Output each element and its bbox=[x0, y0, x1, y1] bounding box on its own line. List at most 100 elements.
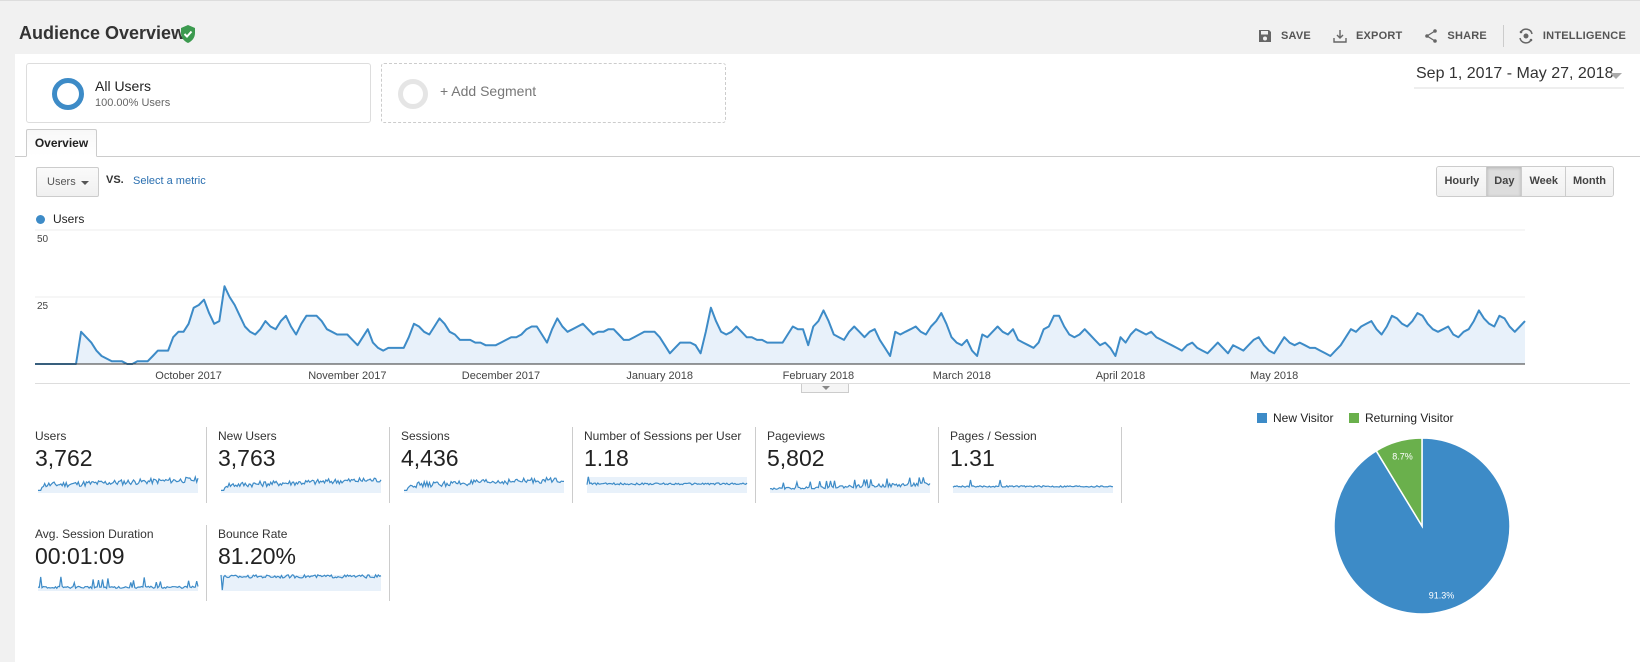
vs-label: VS. bbox=[106, 174, 124, 186]
scorecard-value: 81.20% bbox=[218, 543, 297, 569]
sparkline bbox=[221, 476, 382, 493]
scorecard-value: 4,436 bbox=[401, 445, 459, 471]
report-panel: All Users 100.00% Users + Add Segment Se… bbox=[15, 54, 1640, 662]
scorecard-divider bbox=[938, 427, 939, 503]
users-line-chart[interactable]: 50 25 October 2017 November 2017 December 20… bbox=[15, 224, 1640, 384]
x-tick-label: April 2018 bbox=[1096, 370, 1146, 382]
segment-name: All Users bbox=[95, 78, 152, 94]
pie-label: 91.3% bbox=[1429, 590, 1455, 600]
toolbar-divider bbox=[1502, 25, 1504, 47]
sparkline bbox=[220, 573, 382, 591]
legend-dot-users bbox=[36, 214, 45, 224]
sparkline-fill bbox=[587, 477, 747, 493]
metric-dropdown[interactable]: Users bbox=[36, 167, 99, 197]
scorecard-value: 3,763 bbox=[218, 445, 276, 471]
scorecard-value: 1.31 bbox=[950, 445, 995, 471]
scorecard-avg-session-duration[interactable]: Avg. Session Duration 00:01:09 bbox=[35, 527, 217, 605]
x-tick-label: October 2017 bbox=[155, 370, 222, 382]
date-range-picker[interactable]: Sep 1, 2017 - May 27, 2018 bbox=[1414, 63, 1624, 89]
sparkline-line bbox=[952, 479, 1114, 489]
visitor-type-pie-chart[interactable]: 91.3% 8.7% bbox=[1334, 438, 1514, 618]
export-button[interactable]: EXPORT bbox=[1333, 29, 1402, 43]
metric-dropdown-value: Users bbox=[47, 176, 76, 188]
x-tick-label: May 2018 bbox=[1250, 370, 1298, 382]
intelligence-label: INTELLIGENCE bbox=[1542, 30, 1626, 42]
granularity-hourly[interactable]: Hourly bbox=[1437, 167, 1487, 196]
scorecard-divider bbox=[206, 525, 207, 601]
x-tick-label: January 2018 bbox=[626, 370, 693, 382]
series-area-users bbox=[35, 286, 1525, 364]
scorecard-divider bbox=[389, 525, 390, 601]
sparkline bbox=[37, 576, 199, 591]
sparkline-line bbox=[37, 576, 199, 590]
segment-ring-icon bbox=[52, 78, 84, 110]
select-metric-link[interactable]: Select a metric bbox=[133, 175, 206, 187]
scorecard-divider bbox=[1121, 427, 1122, 503]
sparkline bbox=[769, 477, 931, 493]
legend-label-returning-visitor: Returning Visitor bbox=[1365, 411, 1454, 425]
chevron-down-icon bbox=[1610, 73, 1622, 79]
empty-segment-ring-icon bbox=[398, 79, 428, 109]
share-icon bbox=[1425, 29, 1438, 43]
scorecard-divider bbox=[572, 427, 573, 503]
sparkline bbox=[38, 475, 199, 493]
scorecard-value: 3,762 bbox=[35, 445, 93, 471]
segment-all-users[interactable]: All Users 100.00% Users bbox=[26, 63, 371, 123]
scorecard-label: Avg. Session Duration bbox=[35, 527, 154, 541]
add-segment-button[interactable]: + Add Segment bbox=[381, 63, 726, 123]
scorecard-label: Sessions bbox=[401, 429, 450, 443]
scorecard-bounce-rate[interactable]: Bounce Rate 81.20% bbox=[218, 527, 400, 605]
granularity-day[interactable]: Day bbox=[1486, 167, 1522, 196]
scorecard-pages-session[interactable]: Pages / Session 1.31 bbox=[950, 429, 1132, 507]
x-tick-label: December 2017 bbox=[462, 370, 540, 382]
chevron-down-icon bbox=[81, 181, 89, 185]
save-button[interactable]: SAVE bbox=[1258, 29, 1311, 43]
scorecard-label: Number of Sessions per User bbox=[584, 429, 742, 443]
pie-legend-new: New Visitor bbox=[1257, 411, 1333, 425]
scorecard-value: 00:01:09 bbox=[35, 543, 125, 569]
collapse-chart-button[interactable] bbox=[801, 384, 849, 393]
top-bar: Audience Overview SAVE EXPORT SHARE INTE… bbox=[0, 0, 1640, 54]
scorecard-label: New Users bbox=[218, 429, 277, 443]
scorecard-divider bbox=[389, 427, 390, 503]
save-label: SAVE bbox=[1281, 30, 1311, 42]
x-tick-label: February 2018 bbox=[783, 370, 855, 382]
segment-subtitle: 100.00% Users bbox=[95, 97, 171, 109]
chevron-down-icon bbox=[822, 386, 830, 390]
tab-overview[interactable]: Overview bbox=[26, 129, 97, 157]
report-toolbar: SAVE EXPORT SHARE INTELLIGENCE bbox=[1236, 25, 1626, 47]
scorecard-new-users[interactable]: New Users 3,763 bbox=[218, 429, 400, 507]
add-segment-label: + Add Segment bbox=[440, 83, 537, 99]
scorecard-sessions[interactable]: Sessions 4,436 bbox=[401, 429, 583, 507]
scorecard-divider bbox=[755, 427, 756, 503]
intelligence-button[interactable]: INTELLIGENCE bbox=[1518, 28, 1626, 44]
date-range-text: Sep 1, 2017 - May 27, 2018 bbox=[1416, 65, 1614, 82]
sparkline-fill bbox=[221, 478, 381, 493]
sparkline bbox=[586, 476, 748, 493]
verified-shield-icon bbox=[181, 25, 195, 43]
scorecard-value: 5,802 bbox=[767, 445, 825, 471]
scorecard-label: Bounce Rate bbox=[218, 527, 288, 541]
legend-swatch-returning-visitor bbox=[1349, 413, 1359, 423]
x-tick-label: March 2018 bbox=[933, 370, 991, 382]
pie-legend-returning: Returning Visitor bbox=[1349, 411, 1454, 425]
legend-swatch-new-visitor bbox=[1257, 413, 1267, 423]
scorecard-users[interactable]: Users 3,762 bbox=[35, 429, 217, 507]
pie-label: 8.7% bbox=[1392, 452, 1413, 462]
granularity-toggle: Hourly Day Week Month bbox=[1436, 166, 1614, 197]
scorecard-label: Pages / Session bbox=[950, 429, 1037, 443]
y-tick-label: 50 bbox=[37, 234, 49, 245]
page-title: Audience Overview bbox=[19, 23, 186, 43]
export-label: EXPORT bbox=[1355, 30, 1403, 42]
share-label: SHARE bbox=[1447, 30, 1487, 42]
granularity-week[interactable]: Week bbox=[1521, 167, 1566, 196]
y-tick-label: 25 bbox=[37, 301, 49, 312]
share-button[interactable]: SHARE bbox=[1424, 29, 1487, 43]
legend-label-new-visitor: New Visitor bbox=[1273, 411, 1334, 425]
scorecard-label: Users bbox=[35, 429, 67, 443]
granularity-month[interactable]: Month bbox=[1565, 167, 1613, 196]
scorecard-number-of-sessions-per-user[interactable]: Number of Sessions per User 1.18 bbox=[584, 429, 766, 507]
sparkline bbox=[404, 476, 564, 493]
tab-bar-line bbox=[15, 156, 1640, 157]
scorecard-pageviews[interactable]: Pageviews 5,802 bbox=[767, 429, 949, 507]
